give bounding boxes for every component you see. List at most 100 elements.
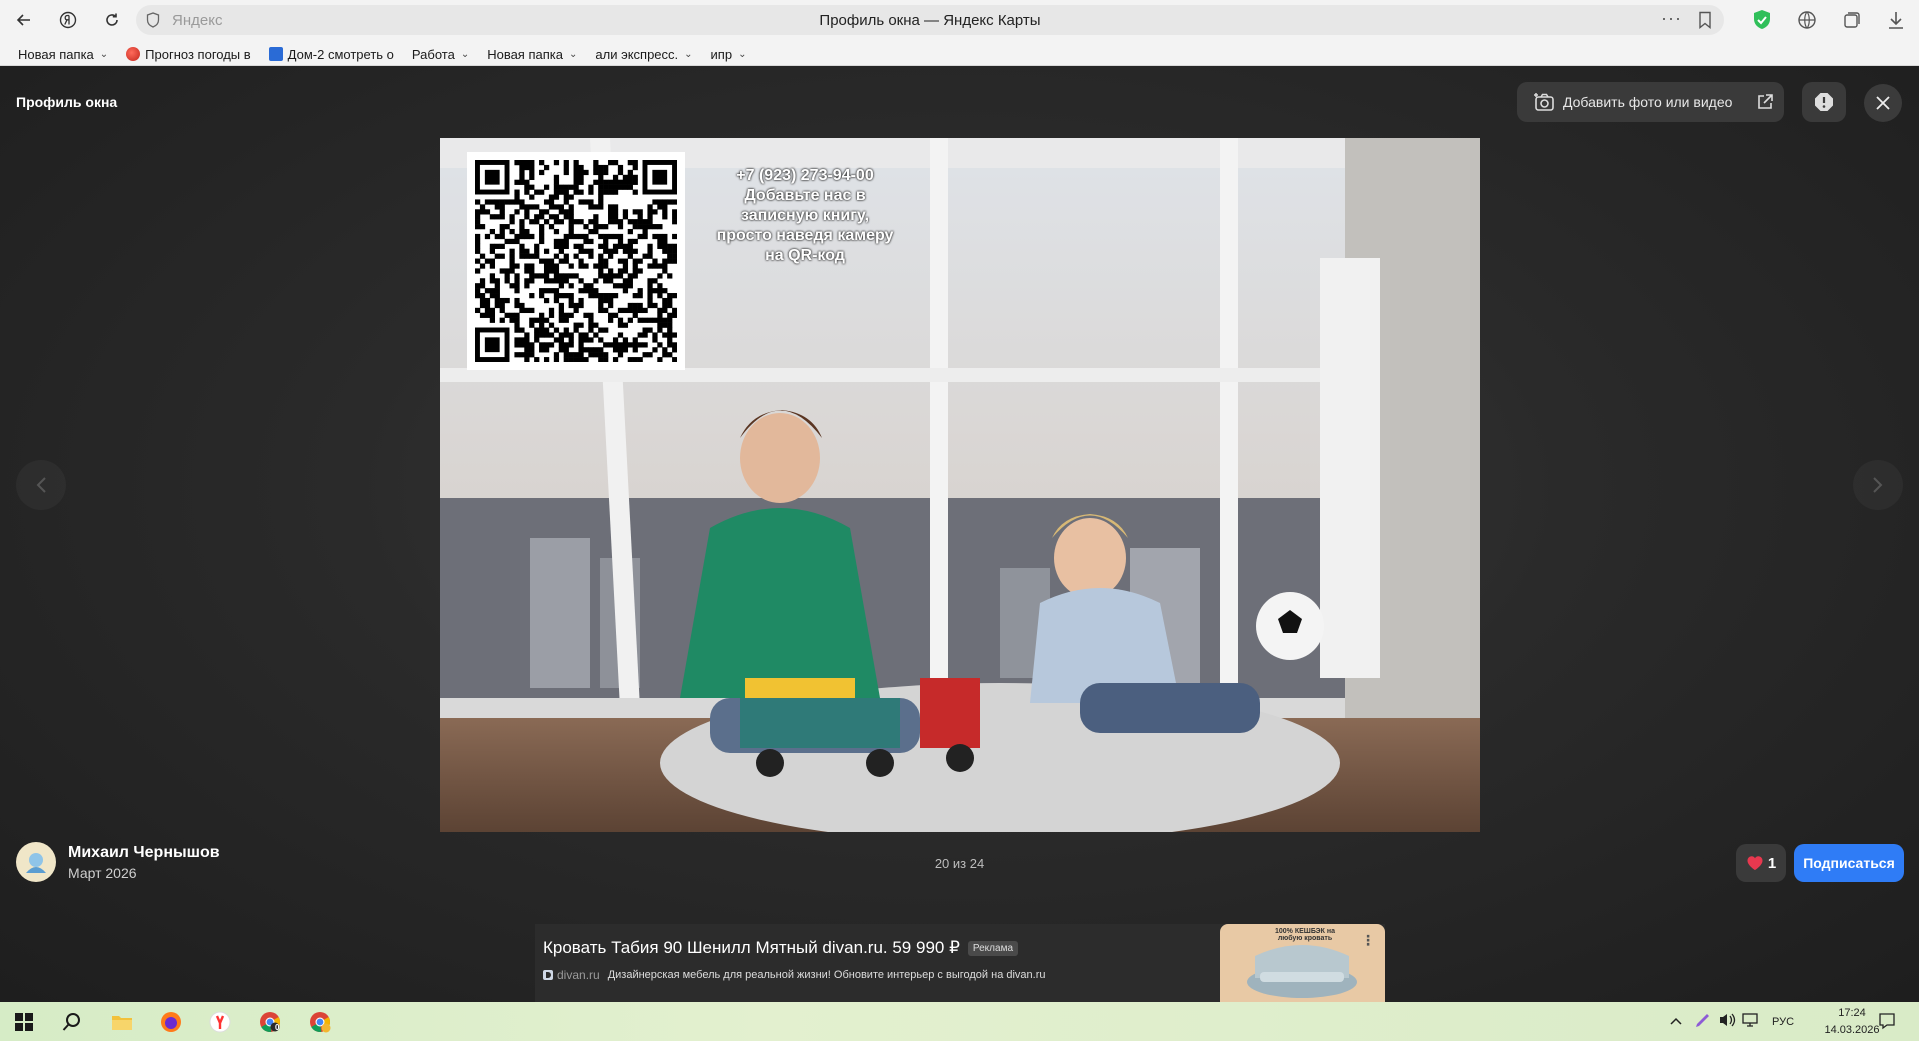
- bookmark-folder-aliexpress[interactable]: али экспресс. ⌄: [595, 47, 692, 62]
- bookmark-label: Работа: [411, 46, 455, 62]
- qr-caption-line: на QR-код: [765, 247, 845, 264]
- translate-globe-icon[interactable]: [1795, 8, 1819, 32]
- qr-caption-line: Добавьте нас в: [744, 187, 866, 204]
- ad-domain[interactable]: divan.ru: [557, 968, 600, 982]
- download-icon[interactable]: [1884, 8, 1908, 32]
- bookmark-weather[interactable]: Прогноз погоды в: [126, 47, 251, 62]
- ad-banner[interactable]: Кровать Табия 90 Шенилл Мятный divan.ru.…: [535, 924, 1385, 1002]
- ad-tag: Реклама: [967, 941, 1019, 957]
- address-bar[interactable]: Яндекс Профиль окна — Яндекс Карты ···: [136, 5, 1724, 35]
- file-explorer-button[interactable]: [98, 1002, 146, 1041]
- photo-viewer: Профиль окна Добавить фото или видео +7 …: [0, 66, 1919, 1002]
- weather-favicon-icon: [126, 47, 141, 61]
- like-count: 1: [1767, 854, 1777, 872]
- close-button[interactable]: [1864, 84, 1902, 122]
- heart-icon: [1747, 856, 1763, 870]
- qr-code: [467, 152, 685, 370]
- warning-octagon-icon: [1815, 93, 1833, 111]
- report-button[interactable]: [1802, 82, 1846, 122]
- bookmark-label: Новая папка: [18, 46, 94, 62]
- bookmark-label: Новая папка: [487, 46, 563, 62]
- qr-code-image: [475, 160, 678, 363]
- reload-button[interactable]: [98, 6, 126, 34]
- share-button[interactable]: [1745, 82, 1784, 122]
- yandex-home-button[interactable]: [54, 6, 82, 34]
- tray-expand-icon[interactable]: [1670, 1013, 1682, 1031]
- share-icon: [1757, 94, 1773, 109]
- chevron-right-icon: [1873, 477, 1883, 493]
- chrome-badge: 0: [275, 1023, 280, 1032]
- like-button[interactable]: 1: [1736, 844, 1786, 882]
- yandex-logo-icon: [59, 11, 77, 29]
- folder-icon: [112, 1015, 132, 1030]
- bookmark-label: Дом-2 смотреть о: [287, 46, 394, 62]
- clock-time[interactable]: 17:24: [1820, 1007, 1884, 1019]
- protect-shield-icon[interactable]: [1750, 8, 1774, 32]
- next-photo-button[interactable]: [1853, 460, 1903, 510]
- bookmark-folder-work[interactable]: Работа ⌄: [412, 47, 469, 62]
- bookmark-folder-ipr[interactable]: ипр ⌄: [711, 47, 747, 62]
- bookmark-folder-new-1[interactable]: Новая папка ⌄: [18, 47, 108, 62]
- chevron-left-icon: [36, 477, 46, 493]
- close-icon: [1876, 96, 1890, 110]
- reload-icon: [106, 13, 118, 26]
- back-button[interactable]: [10, 6, 38, 34]
- bookmark-icon[interactable]: [1698, 11, 1712, 29]
- chevron-down-icon: ⌄: [684, 48, 693, 60]
- dom2-favicon-icon: [268, 47, 283, 61]
- yandex-browser-icon: [209, 1011, 231, 1032]
- ad-favicon-icon: [543, 970, 553, 980]
- search-button[interactable]: [48, 1002, 96, 1041]
- yandex-browser-button[interactable]: [196, 1002, 244, 1041]
- browser-toolbar: Яндекс Профиль окна — Яндекс Карты ··· Н…: [0, 0, 1919, 66]
- taskbar: 0 РУС 17:24 14.03.2026: [0, 1002, 1919, 1041]
- shield-icon: [146, 12, 160, 28]
- chrome-profile-button[interactable]: [296, 1002, 344, 1041]
- chevron-down-icon: ⌄: [568, 48, 578, 60]
- qr-caption-line: +7 (923) 273-94-00: [736, 167, 874, 184]
- back-arrow-icon: [16, 14, 30, 26]
- photo-actions: Добавить фото или видео: [1517, 82, 1784, 122]
- page-tab-title: Профиль окна — Яндекс Карты: [819, 12, 1041, 29]
- qr-caption-line: записную книгу,: [740, 207, 870, 224]
- ad-subline: divan.ru Дизайнерская мебель для реально…: [543, 968, 1046, 982]
- ad-title[interactable]: Кровать Табия 90 Шенилл Мятный divan.ru.…: [543, 938, 1019, 958]
- network-icon[interactable]: [1742, 1012, 1760, 1033]
- main-photo: +7 (923) 273-94-00 Добавьте нас в записн…: [440, 138, 1480, 832]
- bookmark-folder-new-2[interactable]: Новая папка ⌄: [487, 47, 577, 62]
- add-photo-label: Добавить фото или видео: [1563, 94, 1733, 110]
- ad-image[interactable]: 100% КЕШБЭК на любую кровать ⋮: [1220, 924, 1385, 1002]
- ad-text: Дизайнерская мебель для реальной жизни! …: [607, 969, 1046, 981]
- windows-logo-icon: [15, 1012, 33, 1031]
- bookmark-dom2[interactable]: Дом-2 смотреть о: [268, 46, 394, 62]
- ad-cashback: 100% КЕШБЭК на любую кровать: [1275, 928, 1335, 942]
- volume-icon[interactable]: [1718, 1012, 1736, 1033]
- firefox-button[interactable]: [147, 1002, 195, 1041]
- firefox-icon: [161, 1011, 181, 1032]
- subscribe-button[interactable]: Подписаться: [1794, 844, 1904, 882]
- address-placeholder: Яндекс: [172, 12, 223, 29]
- collections-icon[interactable]: [1840, 8, 1864, 32]
- chrome-profile-icon: [310, 1011, 331, 1032]
- notifications-icon[interactable]: [1878, 1012, 1896, 1035]
- clock-date[interactable]: 14.03.2026: [1820, 1024, 1884, 1036]
- prev-photo-button[interactable]: [16, 460, 66, 510]
- start-button[interactable]: [0, 1002, 48, 1041]
- pen-icon[interactable]: [1694, 1011, 1710, 1034]
- bookmark-label: Прогноз погоды в: [145, 46, 251, 62]
- ad-more-icon[interactable]: ⋮: [1361, 932, 1375, 949]
- language-indicator[interactable]: РУС: [1772, 1016, 1794, 1028]
- search-icon: [62, 1012, 80, 1031]
- bookmarks-bar: Новая папка ⌄ Прогноз погоды в Дом-2 смот…: [0, 42, 746, 66]
- chevron-down-icon: ⌄: [738, 48, 747, 60]
- camera-plus-icon: [1534, 93, 1554, 111]
- chevron-down-icon: ⌄: [460, 48, 470, 60]
- page-title: Профиль окна: [16, 94, 118, 110]
- chrome-button[interactable]: 0: [246, 1002, 294, 1041]
- qr-caption: +7 (923) 273-94-00 Добавьте нас в записн…: [690, 166, 920, 266]
- add-photo-button[interactable]: Добавить фото или видео: [1517, 82, 1745, 122]
- photo-counter: 20 из 24: [934, 856, 985, 871]
- more-dots-icon[interactable]: ···: [1661, 8, 1682, 29]
- qr-caption-line: просто наведя камеру: [716, 227, 894, 244]
- bookmark-label: ипр: [710, 46, 733, 62]
